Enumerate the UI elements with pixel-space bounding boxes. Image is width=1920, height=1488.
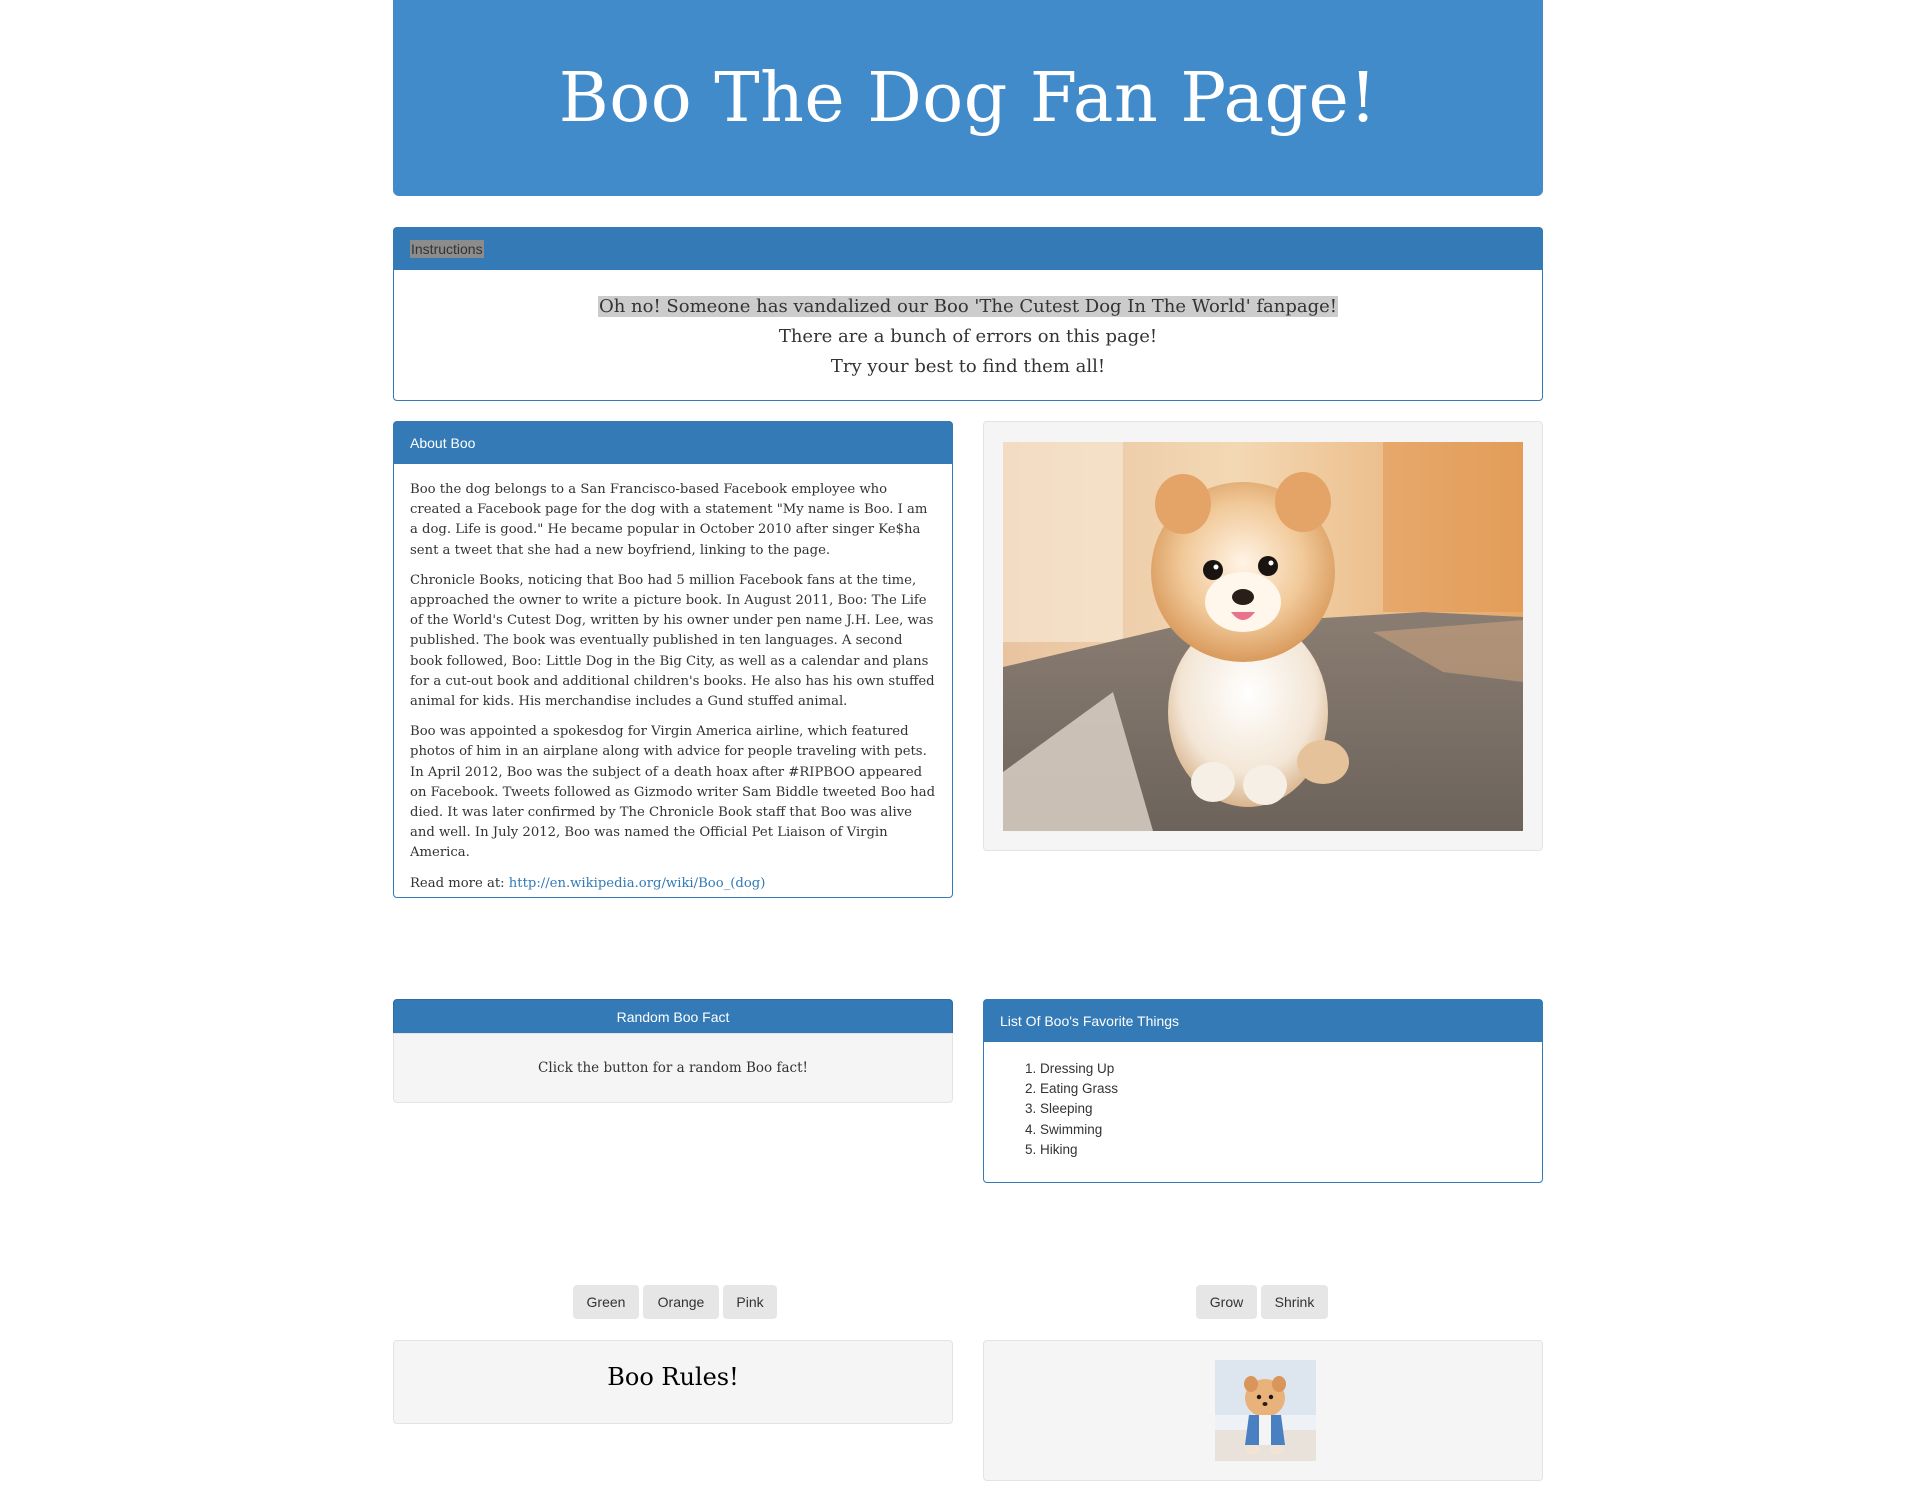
pink-button[interactable]: Pink	[723, 1285, 777, 1319]
favorites-panel: List Of Boo's Favorite Things Dressing U…	[983, 999, 1543, 1183]
instructions-line: There are a bunch of errors on this page…	[778, 326, 1158, 347]
list-item: Sleeping	[1040, 1099, 1542, 1119]
list-item: Hiking	[1040, 1140, 1542, 1160]
wikipedia-link[interactable]: http://en.wikipedia.org/wiki/Boo_(dog)	[509, 876, 766, 891]
boo-small-photo	[1215, 1360, 1316, 1461]
about-paragraph: Chronicle Books, noticing that Boo had 5…	[410, 572, 935, 710]
instructions-line-highlight: Oh no! Someone has vandalized our Boo 'T…	[597, 296, 1339, 317]
boo-rules-text: Boo Rules!	[607, 1363, 739, 1391]
instructions-heading-label: Instructions	[410, 240, 484, 258]
instructions-heading: Instructions	[394, 228, 1542, 270]
instructions-panel: Instructions Oh no! Someone has vandaliz…	[393, 227, 1543, 401]
orange-button[interactable]: Orange	[643, 1285, 719, 1319]
green-button[interactable]: Green	[573, 1285, 639, 1319]
about-paragraph: Boo the dog belongs to a San Francisco-b…	[410, 482, 928, 558]
list-item: Dressing Up	[1040, 1059, 1542, 1079]
about-heading: About Boo	[394, 422, 952, 464]
boo-rules-well: Boo Rules!	[393, 1340, 953, 1424]
about-panel: About Boo Boo the dog belongs to a San F…	[393, 421, 953, 898]
random-fact-button[interactable]: Random Boo Fact	[393, 999, 953, 1034]
random-fact-text: Click the button for a random Boo fact!	[538, 1060, 808, 1076]
small-photo-well	[983, 1340, 1543, 1481]
instructions-line: Try your best to find them all!	[830, 356, 1106, 377]
favorites-list: Dressing Up Eating Grass Sleeping Swimmi…	[984, 1042, 1542, 1160]
list-item: Eating Grass	[1040, 1079, 1542, 1099]
about-paragraph: Boo was appointed a spokesdog for Virgin…	[410, 724, 936, 861]
shrink-button[interactable]: Shrink	[1261, 1285, 1328, 1319]
instructions-line: Oh no! Someone has vandalized our Boo 'T…	[410, 292, 1526, 322]
random-fact-well: Click the button for a random Boo fact!	[393, 1033, 953, 1103]
instructions-body: Oh no! Someone has vandalized our Boo 'T…	[394, 270, 1542, 398]
read-more-line: Read more at: http://en.wikipedia.org/wi…	[410, 874, 936, 894]
favorites-heading: List Of Boo's Favorite Things	[984, 1000, 1542, 1042]
boo-dog-photo	[1003, 442, 1523, 831]
about-body: Boo the dog belongs to a San Francisco-b…	[394, 464, 952, 894]
list-item: Swimming	[1040, 1120, 1542, 1140]
dog-photo-well	[983, 421, 1543, 851]
header-banner: Boo The Dog Fan Page!	[393, 0, 1543, 196]
grow-button[interactable]: Grow	[1196, 1285, 1257, 1319]
page-title: Boo The Dog Fan Page!	[558, 58, 1378, 138]
read-more-label: Read more at:	[410, 875, 509, 891]
